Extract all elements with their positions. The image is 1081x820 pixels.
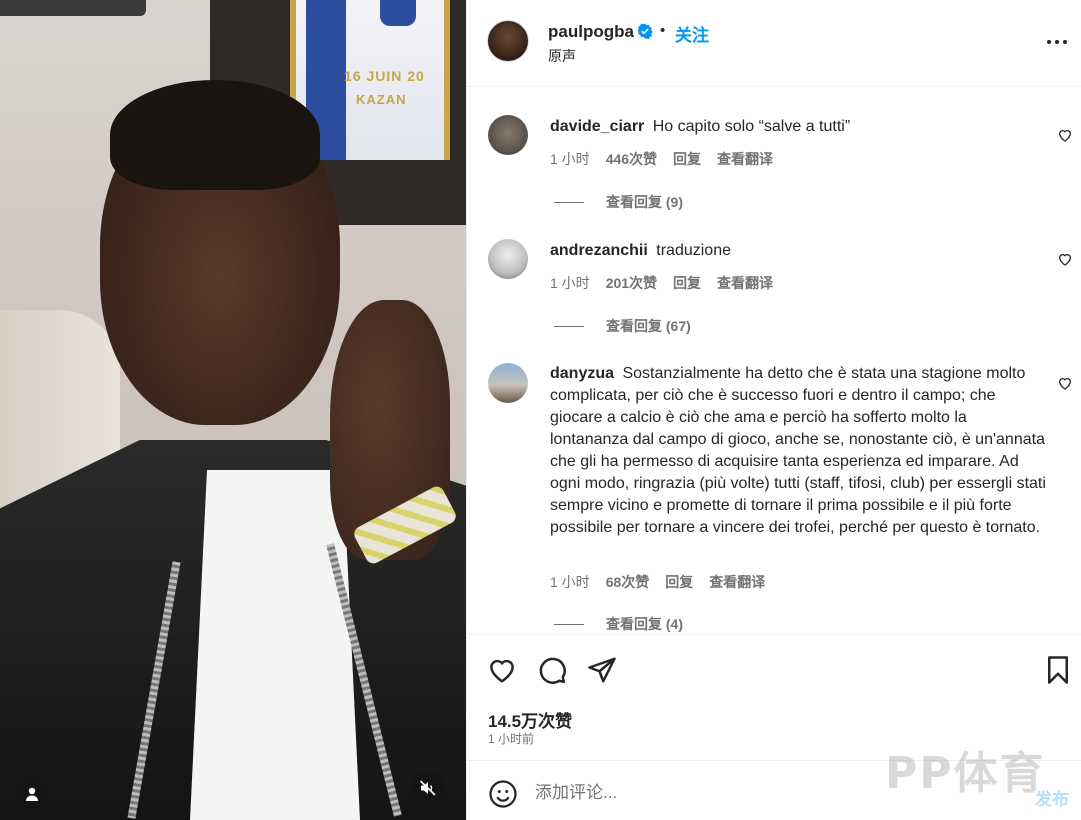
verified-badge-icon xyxy=(637,23,653,39)
watermark-logo: PP体育 xyxy=(885,748,1046,799)
comment-text-block: andrezanchii traduzione xyxy=(550,240,1046,262)
share-icon[interactable] xyxy=(587,655,617,685)
speaker-muted-icon xyxy=(419,780,436,796)
emoji-icon[interactable] xyxy=(488,779,518,809)
view-replies-button[interactable]: 查看回复 (4) xyxy=(554,614,683,634)
comment-text-block: davide_ciarr Ho capito solo “salve a tut… xyxy=(550,116,1046,138)
translate-button[interactable]: 查看翻译 xyxy=(709,572,765,592)
comment-text-block: danyzua Sostanzialmente ha detto che è s… xyxy=(550,363,1046,539)
commenter-avatar[interactable] xyxy=(488,363,528,403)
reply-button[interactable]: 回复 xyxy=(673,149,701,169)
view-replies-label: 查看回复 (4) xyxy=(606,616,683,632)
comment-username[interactable]: davide_ciarr xyxy=(550,118,644,135)
comment-time: 1 小时 xyxy=(550,151,590,167)
post-header: paulpogba • 关注 原声 xyxy=(467,0,1081,87)
more-options-icon[interactable] xyxy=(1045,30,1069,54)
view-replies-label: 查看回复 (67) xyxy=(606,318,691,334)
comment-time: 1 小时 xyxy=(550,574,590,590)
heart-icon[interactable] xyxy=(487,655,517,685)
view-replies-button[interactable]: 查看回复 (67) xyxy=(554,316,691,336)
follow-button[interactable]: 关注 xyxy=(675,21,709,46)
comment-time: 1 小时 xyxy=(550,275,590,291)
like-comment-heart-icon[interactable] xyxy=(1057,127,1073,143)
comment-meta: 1 小时 201次赞 回复 查看翻译 xyxy=(550,273,773,293)
reply-button[interactable]: 回复 xyxy=(673,273,701,293)
comment-meta: 1 小时 446次赞 回复 查看翻译 xyxy=(550,149,773,169)
comment-text: Sostanzialmente ha detto che è stata una… xyxy=(550,365,1046,536)
reply-button[interactable]: 回复 xyxy=(665,572,693,592)
author-username[interactable]: paulpogba xyxy=(548,22,634,42)
post-timestamp: 1 小时前 xyxy=(488,732,535,746)
view-replies-label: 查看回复 (9) xyxy=(606,194,683,210)
comment-text: traduzione xyxy=(656,242,731,259)
likes-count[interactable]: 14.5万次赞 xyxy=(488,707,572,732)
person-hair xyxy=(110,80,320,190)
video-background-shelf xyxy=(0,0,146,16)
bookmark-icon[interactable] xyxy=(1043,655,1073,685)
comment-likes[interactable]: 446次赞 xyxy=(606,149,657,169)
tagged-users-button[interactable] xyxy=(15,777,49,811)
crest-icon xyxy=(380,0,416,26)
comments-list[interactable]: davide_ciarr Ho capito solo “salve a tut… xyxy=(467,88,1081,634)
comment-likes[interactable]: 68次赞 xyxy=(606,572,650,592)
like-comment-heart-icon[interactable] xyxy=(1057,251,1073,267)
comment-username[interactable]: andrezanchii xyxy=(550,242,648,259)
pennant-text-2: KAZAN xyxy=(356,92,407,107)
post-panel: paulpogba • 关注 原声 davide_ciarr Ho capito… xyxy=(466,0,1081,820)
mute-button[interactable] xyxy=(411,771,445,805)
translate-button[interactable]: 查看翻译 xyxy=(717,149,773,169)
comment-username[interactable]: danyzua xyxy=(550,365,614,382)
separator-dot: • xyxy=(660,22,666,39)
audio-label[interactable]: 原声 xyxy=(548,46,576,66)
author-avatar[interactable] xyxy=(487,20,529,62)
translate-button[interactable]: 查看翻译 xyxy=(717,273,773,293)
comment-text: Ho capito solo “salve a tutti” xyxy=(652,118,851,135)
video-player[interactable]: 16 JUIN 20 KAZAN xyxy=(0,0,466,820)
like-comment-heart-icon[interactable] xyxy=(1057,375,1073,391)
comment-meta: 1 小时 68次赞 回复 查看翻译 xyxy=(550,572,765,592)
user-icon xyxy=(26,787,38,801)
commenter-avatar[interactable] xyxy=(488,115,528,155)
commenter-avatar[interactable] xyxy=(488,239,528,279)
pennant-text-1: 16 JUIN 20 xyxy=(344,68,425,84)
comment-icon[interactable] xyxy=(537,655,567,685)
comment-likes[interactable]: 201次赞 xyxy=(606,273,657,293)
view-replies-button[interactable]: 查看回复 (9) xyxy=(554,192,683,212)
